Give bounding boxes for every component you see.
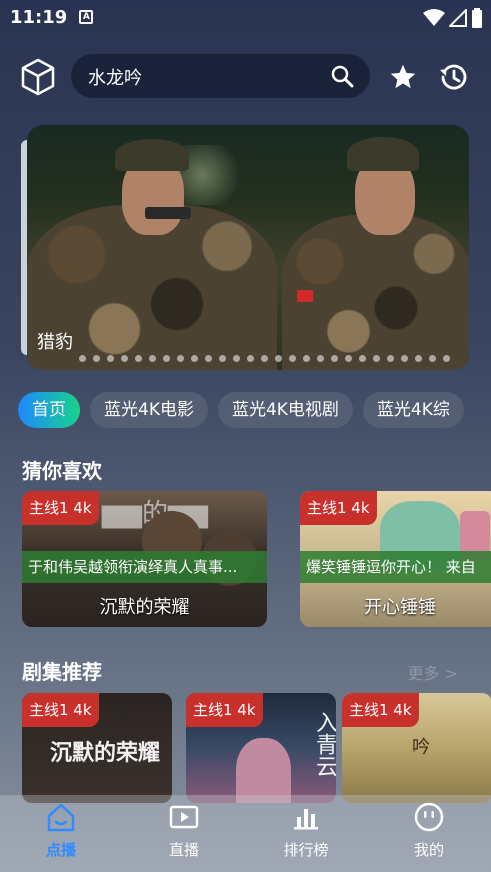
pagination-dot[interactable]	[107, 355, 114, 362]
pagination-dot[interactable]	[401, 355, 408, 362]
soldier-right-cap	[347, 137, 419, 171]
nav-ranking[interactable]: 排行榜	[266, 801, 346, 860]
status-bar: 11:19 A	[0, 0, 491, 34]
pagination-dot[interactable]	[219, 355, 226, 362]
nav-vod[interactable]: 点播	[21, 801, 101, 860]
pagination-dot[interactable]	[261, 355, 268, 362]
battery-icon	[472, 8, 482, 28]
pagination-dot[interactable]	[135, 355, 142, 362]
card-description: 于和伟吴越领衔演绎真人真事...	[22, 551, 267, 583]
pagination-dot[interactable]	[331, 355, 338, 362]
source-badge: 主线1 4k	[342, 693, 419, 727]
card-title: 沉默的荣耀	[99, 597, 190, 618]
pagination-dot[interactable]	[429, 355, 436, 362]
search-bar[interactable]: 水龙吟	[71, 54, 370, 98]
section-title-guess: 猜你喜欢	[22, 459, 102, 483]
cube-icon[interactable]	[20, 58, 56, 96]
pagination-dot[interactable]	[443, 355, 450, 362]
bar-chart-icon	[294, 809, 318, 830]
poster-title-text: 沉默的荣耀	[50, 740, 161, 766]
wifi-icon	[423, 9, 445, 26]
pagination-dot[interactable]	[247, 355, 254, 362]
pagination-dot[interactable]	[177, 355, 184, 362]
tab-bluray-4k-series[interactable]: 蓝光4K电视剧	[217, 392, 353, 428]
smile-icon	[414, 802, 444, 832]
series-card-1[interactable]: 沉默的荣耀 主线1 4k	[22, 693, 172, 803]
banner-caption: 猎豹	[37, 332, 73, 353]
series-card-2[interactable]: 入青云 主线1 4k	[186, 693, 336, 803]
nav-label: 排行榜	[283, 841, 329, 859]
status-icons	[423, 8, 483, 28]
pagination-dot[interactable]	[149, 355, 156, 362]
pagination-dot[interactable]	[317, 355, 324, 362]
pagination-dot[interactable]	[345, 355, 352, 362]
pagination-dot[interactable]	[359, 355, 366, 362]
source-badge: 主线1 4k	[186, 693, 263, 727]
signal-icon	[449, 9, 467, 27]
pagination-dot[interactable]	[93, 355, 100, 362]
category-tabs: 首页 蓝光4K电影 蓝光4K电视剧 蓝光4K综	[18, 392, 464, 428]
pagination-dot[interactable]	[303, 355, 310, 362]
series-card-3[interactable]: 吟 主线1 4k	[342, 693, 491, 803]
pagination-dot[interactable]	[233, 355, 240, 362]
soldier-left-cap	[115, 139, 189, 171]
pagination-dot[interactable]	[415, 355, 422, 362]
tab-home[interactable]: 首页	[18, 392, 80, 428]
history-icon[interactable]	[437, 61, 469, 93]
play-screen-icon	[169, 805, 199, 829]
nav-live[interactable]: 直播	[144, 801, 224, 860]
source-badge: 主线1 4k	[22, 693, 99, 727]
top-bar: 水龙吟	[0, 54, 491, 100]
tab-bluray-4k-variety[interactable]: 蓝光4K综	[362, 392, 464, 428]
pagination-dot[interactable]	[289, 355, 296, 362]
pagination-dot[interactable]	[191, 355, 198, 362]
pagination-dot[interactable]	[387, 355, 394, 362]
guess-card-1[interactable]: ▆▆的▆▆ 主线1 4k 于和伟吴越领衔演绎真人真事... 沉默的荣耀	[22, 491, 267, 627]
nav-mine[interactable]: 我的	[389, 801, 469, 860]
banner-pagination[interactable]	[79, 355, 450, 362]
pagination-dot[interactable]	[205, 355, 212, 362]
guess-card-2[interactable]: 主线1 4k 爆笑锤锤逗你开心！ 来自 开心锤锤	[300, 491, 491, 627]
search-icon[interactable]	[330, 64, 354, 88]
nav-label: 点播	[45, 841, 76, 859]
card-title: 开心锤锤	[364, 597, 436, 618]
home-icon	[47, 803, 75, 832]
more-link[interactable]: 更多 >	[408, 660, 459, 684]
search-input[interactable]: 水龙吟	[88, 64, 142, 90]
card-description: 爆笑锤锤逗你开心！ 来自	[300, 551, 491, 583]
clock: 11:19	[10, 6, 68, 28]
tab-bluray-4k-movies[interactable]: 蓝光4K电影	[90, 392, 208, 428]
poster-title-text: 吟	[412, 737, 430, 758]
source-badge: 主线1 4k	[22, 491, 99, 525]
nav-label: 直播	[168, 841, 199, 859]
hero-banner[interactable]: 猎豹	[27, 125, 469, 370]
pagination-dot[interactable]	[373, 355, 380, 362]
bottom-navigation: 点播 直播 排行榜 我的	[0, 795, 491, 872]
poster-title-text: 入青云	[312, 711, 336, 777]
pagination-dot[interactable]	[275, 355, 282, 362]
flag-patch	[297, 290, 313, 302]
pagination-dot[interactable]	[79, 355, 86, 362]
pagination-dot[interactable]	[163, 355, 170, 362]
poster-figure	[236, 738, 291, 803]
notification-icon: A	[79, 10, 94, 24]
nav-label: 我的	[413, 841, 444, 859]
section-title-series: 剧集推荐	[22, 660, 102, 684]
pagination-dot[interactable]	[121, 355, 128, 362]
star-icon[interactable]	[389, 63, 417, 91]
source-badge: 主线1 4k	[300, 491, 377, 525]
harmonica	[145, 207, 191, 219]
